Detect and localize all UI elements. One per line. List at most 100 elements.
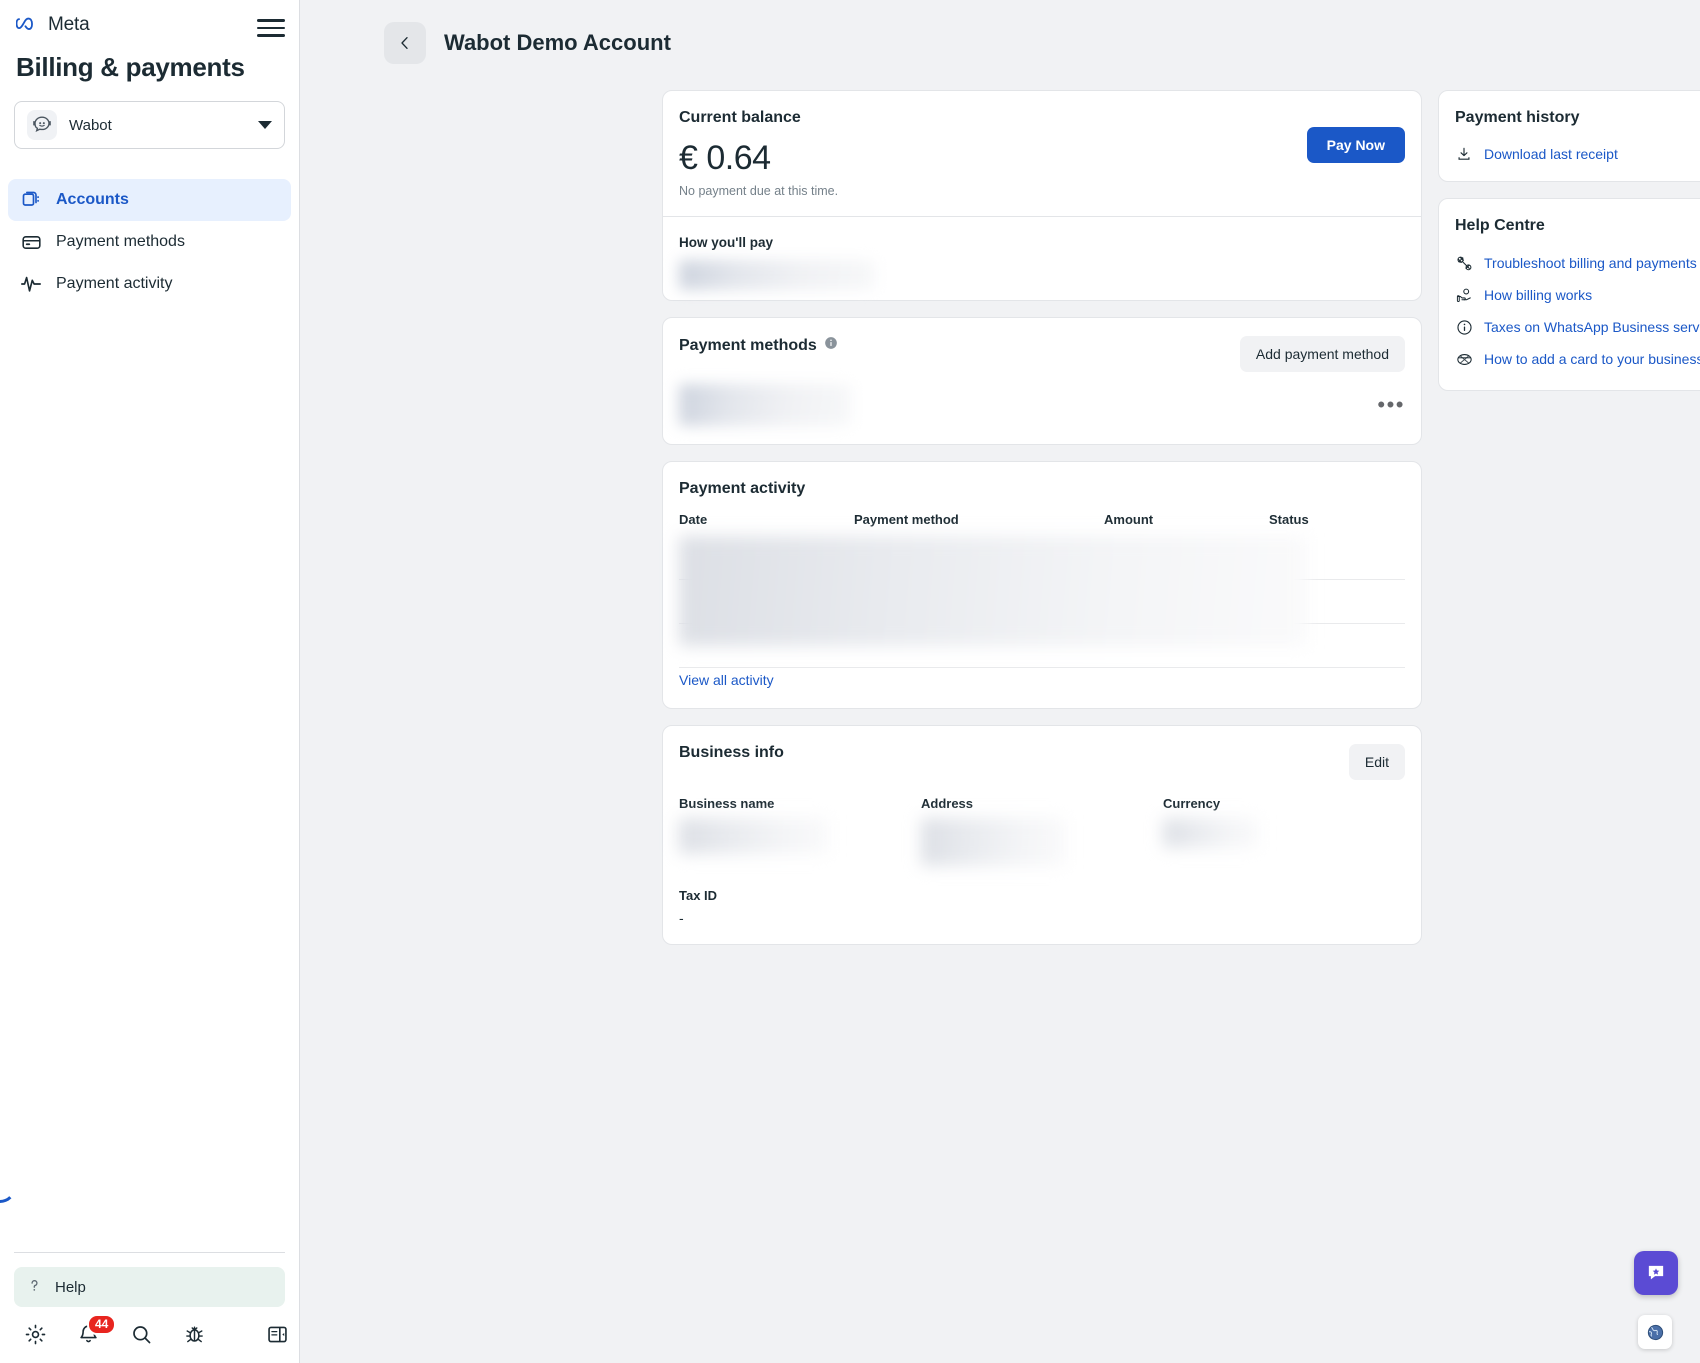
table-row[interactable]: [679, 535, 1405, 580]
hand-coin-icon: [1455, 286, 1473, 304]
table-body: [679, 535, 1405, 668]
chat-bot-avatar: [27, 110, 57, 140]
sidebar-item-label: Payment activity: [56, 275, 173, 292]
bell-icon[interactable]: 44: [77, 1314, 117, 1347]
table-row[interactable]: [679, 623, 1405, 668]
cell-amount: [1104, 535, 1269, 580]
payment-methods-card: Payment methods Add payment method •••: [662, 317, 1422, 445]
link-label: Taxes on WhatsApp Business services: [1484, 319, 1700, 335]
help-centre-heading: Help Centre: [1455, 217, 1545, 234]
cell-status: [1269, 535, 1405, 580]
link-label: How to add a card to your business accou…: [1484, 351, 1700, 367]
help-button[interactable]: Help: [14, 1267, 285, 1307]
business-info-header: Business info Edit: [679, 743, 1405, 780]
account-selector-label: Wabot: [69, 116, 112, 134]
payment-methods-header: Payment methods Add payment method: [679, 336, 1405, 372]
edit-business-info-button[interactable]: Edit: [1348, 743, 1405, 780]
cell-payment-method: [854, 579, 1104, 624]
link-label: Troubleshoot billing and payments: [1484, 255, 1697, 271]
chat-support-button[interactable]: [1634, 1251, 1678, 1295]
info-icon[interactable]: [824, 336, 838, 355]
current-balance-heading: Current balance: [679, 109, 801, 126]
table-row[interactable]: [679, 579, 1405, 624]
balance-body: Current balance € 0.64 No payment due at…: [663, 91, 1421, 216]
field-label: Business name: [679, 795, 775, 811]
download-last-receipt-link[interactable]: Download last receipt: [1455, 145, 1700, 163]
divider: [14, 1252, 285, 1253]
view-all-activity-link[interactable]: View all activity: [679, 672, 774, 688]
field-label: Currency: [1163, 795, 1221, 811]
help-link-how-billing-works[interactable]: How billing works: [1455, 286, 1700, 304]
add-payment-method-button[interactable]: Add payment method: [1239, 336, 1405, 372]
sidebar-item-payment-methods[interactable]: Payment methods: [8, 221, 291, 263]
ellipsis-icon[interactable]: •••: [1377, 394, 1405, 416]
help-centre-card: Help Centre Troubleshoot billing and pay…: [1438, 198, 1700, 391]
globe-icon: [1647, 1324, 1663, 1340]
link-label: How billing works: [1484, 287, 1593, 303]
info-circle-icon: [1455, 318, 1473, 336]
payment-activity-card: Payment activity Date Payment method Amo…: [662, 461, 1422, 709]
sidebar-top: Meta: [0, 0, 299, 42]
activity-pulse-icon: [20, 273, 42, 295]
meta-infinity-icon: [16, 17, 33, 30]
accounts-icon: [20, 189, 42, 211]
field-label: Tax ID: [679, 887, 718, 903]
sidebar-item-accounts[interactable]: Accounts: [8, 179, 291, 221]
panel-toggle-icon[interactable]: [266, 1321, 289, 1347]
wrench-icon: [1455, 254, 1473, 272]
chevron-down-icon: [258, 121, 272, 129]
sidebar-item-label: Payment methods: [56, 233, 185, 250]
hamburger-menu-icon[interactable]: [257, 14, 285, 42]
payment-activity-body: Payment activity Date Payment method Amo…: [663, 462, 1421, 708]
cell-date: [679, 535, 854, 580]
cell-date: [679, 623, 854, 668]
language-globe-button[interactable]: [1638, 1315, 1672, 1349]
field-tax-id: Tax ID -: [679, 888, 1405, 926]
sidebar-item-label: Accounts: [56, 191, 129, 208]
payment-methods-body: Payment methods Add payment method •••: [663, 318, 1421, 444]
business-info-card: Business info Edit Business name Address: [662, 724, 1422, 945]
back-button[interactable]: [384, 22, 426, 64]
currency-redacted: [1163, 817, 1259, 848]
help-link-troubleshoot[interactable]: Troubleshoot billing and payments: [1455, 254, 1700, 272]
balance-row: Current balance € 0.64 No payment due at…: [679, 109, 1405, 198]
business-info-heading: Business info: [679, 743, 784, 761]
how-youll-pay-redacted: [679, 260, 875, 290]
chat-star-icon: [1648, 1265, 1664, 1280]
question-mark-icon: [26, 1277, 43, 1298]
link-label: Download last receipt: [1484, 146, 1618, 162]
loading-arc-indicator: [0, 1171, 16, 1203]
help-link-taxes[interactable]: Taxes on WhatsApp Business services: [1455, 318, 1700, 336]
business-info-fields: Business name Address Currency: [679, 796, 1405, 866]
cell-date: [679, 579, 854, 624]
meta-wordmark: Meta: [48, 14, 90, 35]
sidebar: Meta Billing & payments Wabot Accounts P…: [0, 0, 300, 1363]
payment-method-row: •••: [679, 384, 1405, 426]
main-content: Wabot Demo Account Current balance € 0.6…: [300, 0, 1700, 1363]
column-header-status: Status: [1269, 512, 1309, 527]
business-name-redacted: [679, 817, 829, 854]
search-icon[interactable]: [130, 1321, 153, 1347]
credit-card-icon: [20, 231, 42, 253]
cell-status: [1269, 623, 1405, 668]
notification-badge: 44: [87, 1314, 117, 1335]
cell-amount: [1104, 579, 1269, 624]
left-column: Current balance € 0.64 No payment due at…: [662, 90, 1422, 945]
bug-icon[interactable]: [183, 1321, 206, 1347]
payment-activity-table: Date Payment method Amount Status: [679, 512, 1405, 668]
help-link-add-card[interactable]: How to add a card to your business accou…: [1455, 350, 1700, 368]
payment-method-redacted: [679, 384, 851, 426]
content-columns: Current balance € 0.64 No payment due at…: [300, 64, 1700, 945]
account-selector[interactable]: Wabot: [14, 101, 285, 149]
page-title: Wabot Demo Account: [444, 30, 671, 55]
gear-icon[interactable]: [24, 1321, 47, 1347]
sidebar-item-payment-activity[interactable]: Payment activity: [8, 263, 291, 305]
card-add-icon: [1455, 350, 1473, 368]
meta-logo: Meta: [14, 14, 90, 36]
help-label: Help: [55, 1278, 86, 1296]
field-label: Address: [921, 795, 974, 811]
tax-id-value: -: [679, 909, 684, 926]
sidebar-bottom: Help 44: [0, 1252, 299, 1363]
current-balance-card: Current balance € 0.64 No payment due at…: [662, 90, 1422, 301]
pay-now-button[interactable]: Pay Now: [1306, 127, 1405, 163]
